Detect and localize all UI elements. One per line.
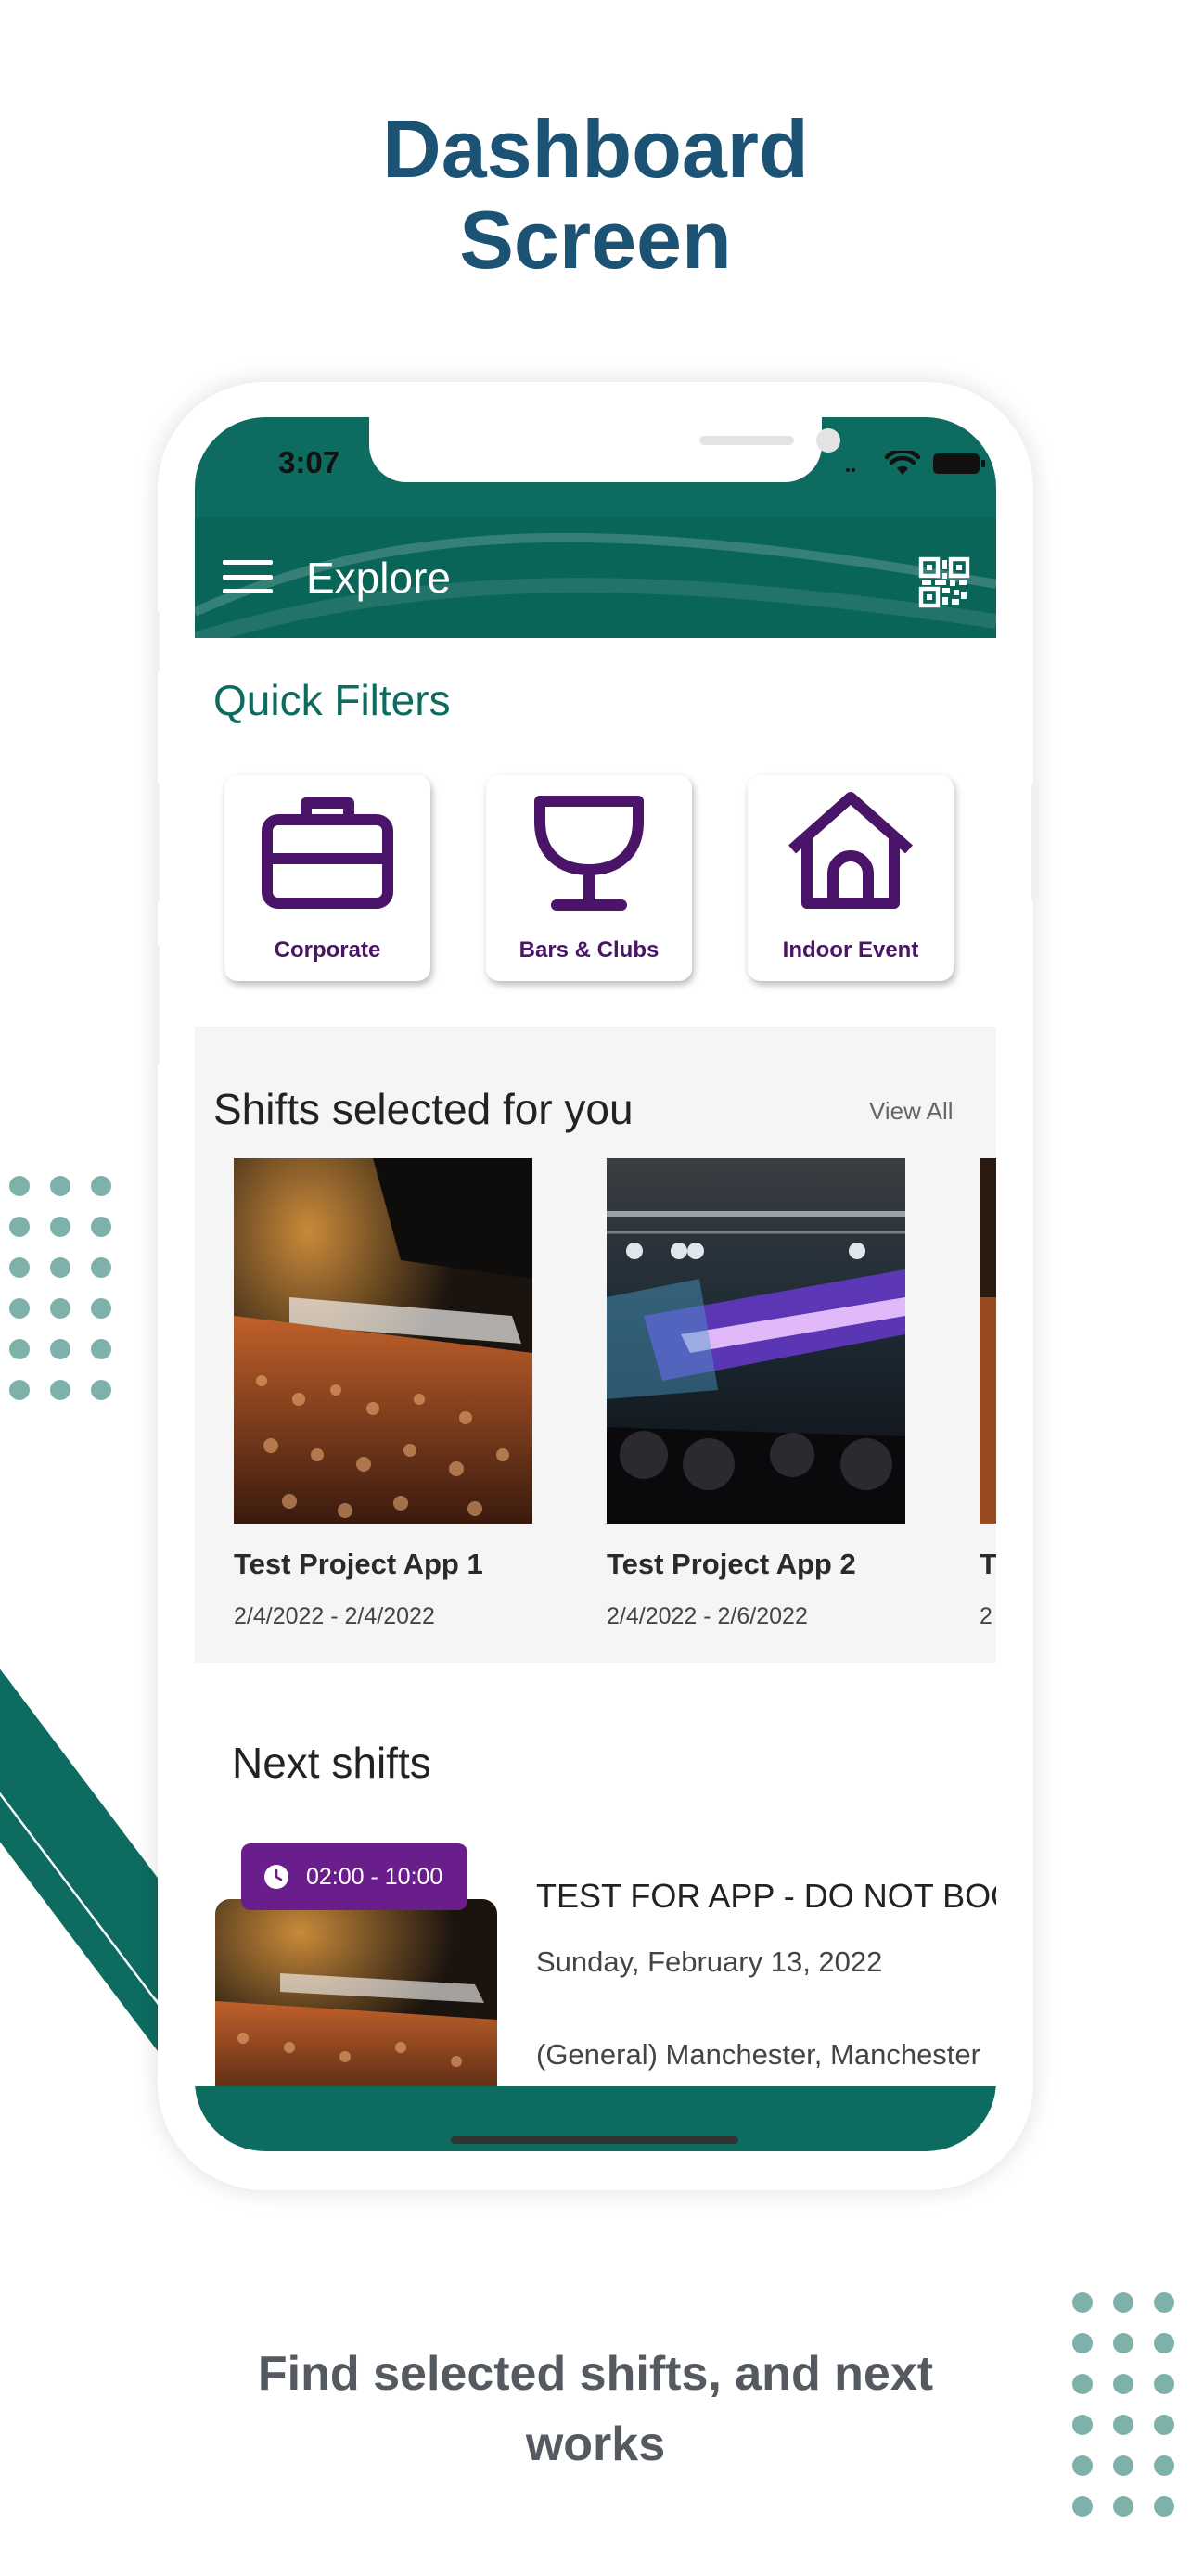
hamburger-menu-icon[interactable]: [223, 560, 273, 593]
phone-volume-down-button: [152, 944, 160, 1065]
phone-side-button: [152, 610, 160, 673]
shift-name: Test Project App 1: [234, 1548, 483, 1580]
status-time: 3:07: [278, 445, 340, 479]
view-all-link[interactable]: View All: [869, 1097, 954, 1126]
headline-line-1: Dashboard: [382, 103, 809, 195]
phone-notch: [369, 417, 840, 482]
quick-filter-indoor-event[interactable]: Indoor Event: [748, 775, 954, 981]
briefcase-icon: [262, 797, 393, 909]
concert-crowd-image: [980, 1158, 996, 1524]
decorative-dots-right: [1072, 2292, 1174, 2517]
cellular-signal-icon: [846, 468, 855, 472]
qr-code-icon[interactable]: [918, 556, 970, 608]
caption-line-2: works: [525, 2417, 666, 2471]
quick-filter-bars-clubs[interactable]: Bars & Clubs: [486, 775, 692, 981]
app-bar: 3:07 Explore: [195, 417, 996, 638]
next-shift-name: TEST FOR APP - DO NOT BOOK: [536, 1877, 996, 1915]
quick-filter-label: Bars & Clubs: [519, 937, 660, 963]
app-bar-title: Explore: [306, 554, 451, 602]
wifi-icon: [885, 451, 920, 475]
shift-dates: 2/4/2022 - 2/4/2022: [234, 1603, 435, 1629]
quick-filter-label: Indoor Event: [782, 937, 919, 963]
phone-volume-up-button: [152, 783, 160, 903]
shift-time-text: 02:00 - 10:00: [306, 1863, 443, 1890]
shifts-for-you-section: Shifts selected for you View All Test Pr…: [195, 1027, 996, 1663]
house-icon: [788, 792, 913, 909]
shifts-for-you-title: Shifts selected for you: [213, 1085, 634, 1133]
decorative-dots-left: [9, 1176, 111, 1400]
quick-filter-corporate[interactable]: Corporate: [224, 775, 430, 981]
status-icons: [844, 451, 985, 477]
caption-line-1: Find selected shifts, and next: [257, 2347, 934, 2401]
shift-name: T: [980, 1548, 996, 1580]
wine-glass-icon: [534, 796, 644, 911]
quick-filter-label: Corporate: [274, 937, 381, 963]
headline-line-2: Screen: [459, 194, 732, 286]
page-headline: Dashboard Screen: [0, 104, 1191, 286]
shift-dates: 2: [980, 1603, 992, 1629]
shift-name: Test Project App 2: [607, 1548, 856, 1580]
page-caption: Find selected shifts, and next works: [167, 2339, 1024, 2480]
home-indicator[interactable]: [451, 2136, 738, 2144]
clock-icon: [264, 1865, 288, 1889]
concert-stage-lights-image: [607, 1158, 905, 1524]
next-shifts-title: Next shifts: [232, 1739, 431, 1787]
notch-speaker: [699, 436, 794, 445]
next-shift-card[interactable]: 02:00 - 10:00 TEST FOR APP - DO NOT BOOK…: [215, 1843, 996, 2123]
shift-time-badge: 02:00 - 10:00: [241, 1843, 467, 1910]
next-shift-date: Sunday, February 13, 2022: [536, 1945, 883, 1978]
battery-icon: [933, 453, 985, 474]
quick-filters-title: Quick Filters: [213, 676, 451, 724]
notch-camera: [816, 428, 840, 453]
phone-mockup: 3:07 Explore Quick Filters Corporate Bar…: [152, 382, 1039, 2190]
next-shift-location: (General) Manchester, Manchester: [536, 2038, 980, 2071]
concert-crowd-image: [234, 1158, 532, 1524]
shift-dates: 2/4/2022 - 2/6/2022: [607, 1603, 808, 1629]
phone-screen: 3:07 Explore Quick Filters Corporate Bar…: [195, 417, 996, 2151]
phone-power-button: [1031, 783, 1039, 901]
